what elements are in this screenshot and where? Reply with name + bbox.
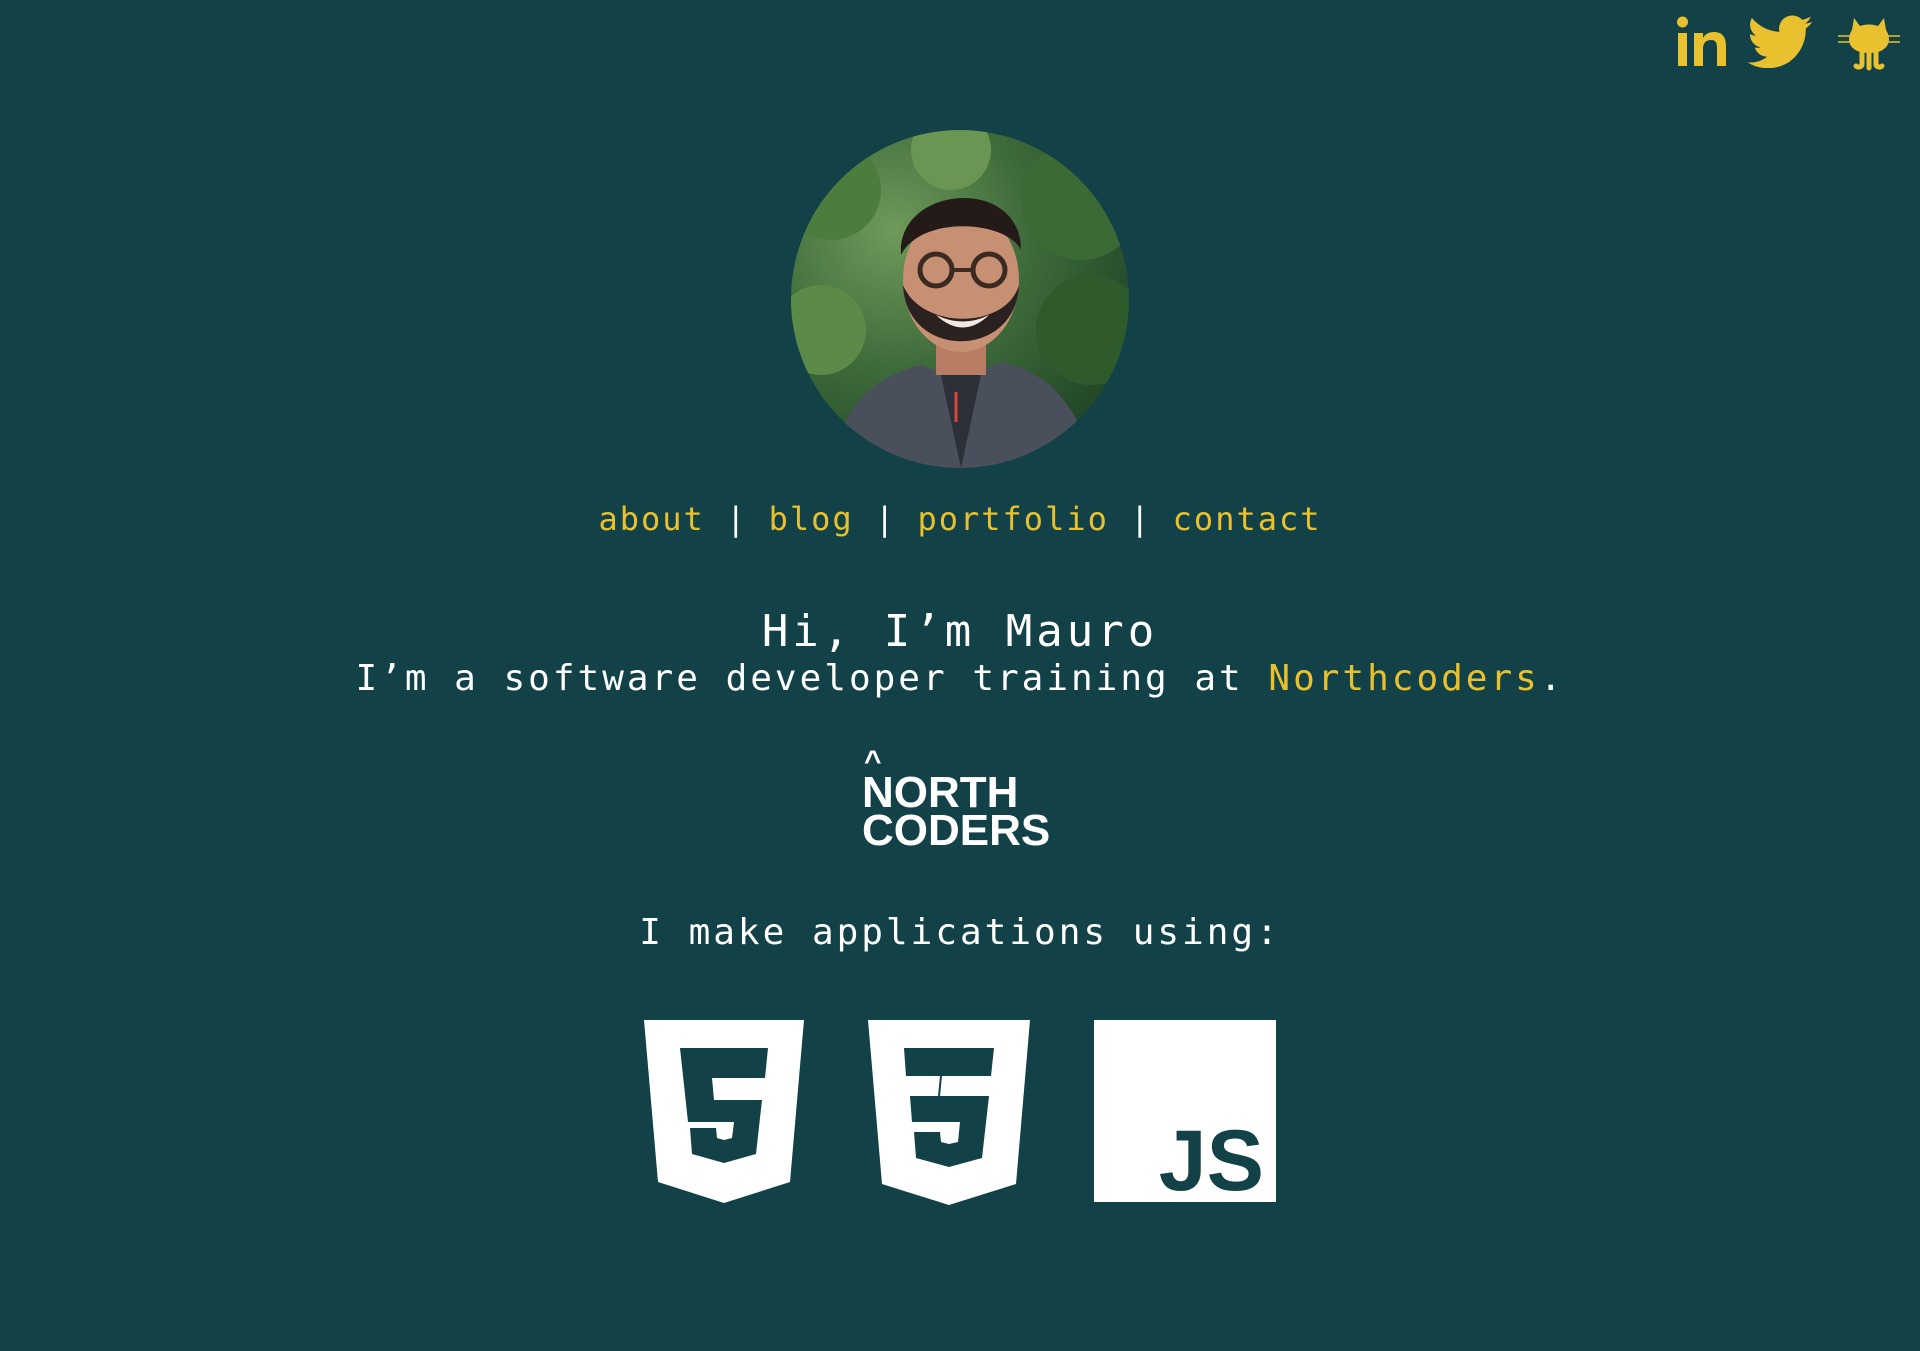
- twitter-icon: [1748, 15, 1813, 68]
- nav-blog-link[interactable]: blog: [769, 500, 854, 538]
- northcoders-logo[interactable]: ^ NORTH CODERS: [862, 747, 1062, 855]
- github-link[interactable]: [1836, 14, 1902, 72]
- linkedin-link[interactable]: [1676, 14, 1730, 68]
- nav-about-link[interactable]: about: [598, 500, 704, 538]
- tech-logos: JS: [0, 1020, 1920, 1210]
- tech-heading: I make applications using:: [639, 912, 1281, 953]
- northcoders-logo-line2: CODERS: [862, 806, 1051, 855]
- tagline-period: .: [1539, 658, 1565, 699]
- html5-icon: [644, 1020, 804, 1203]
- nav-separator: |: [874, 500, 897, 538]
- nav-separator: |: [726, 500, 748, 538]
- css3-icon: [868, 1020, 1030, 1205]
- greeting-heading: Hi, I’m Mauro: [761, 606, 1159, 657]
- tagline-text: I’m a software developer training at: [355, 658, 1269, 699]
- javascript-icon: JS: [1094, 1020, 1276, 1202]
- javascript-badge: JS: [1094, 1020, 1276, 1202]
- nav-separator: |: [1130, 500, 1152, 538]
- nav-contact-link[interactable]: contact: [1173, 500, 1322, 538]
- javascript-label: JS: [1159, 1113, 1264, 1202]
- linkedin-icon: [1677, 16, 1726, 66]
- html5-badge: [644, 1020, 804, 1204]
- github-icon: [1838, 18, 1900, 71]
- avatar: [791, 130, 1129, 468]
- twitter-link[interactable]: [1748, 14, 1818, 68]
- css3-badge: [868, 1020, 1030, 1206]
- social-links: [1676, 14, 1902, 72]
- northcoders-link[interactable]: Northcoders: [1268, 658, 1539, 699]
- tagline: I’m a software developer training at Nor…: [0, 658, 1920, 699]
- main-nav: about | blog | portfolio | contact: [0, 500, 1920, 538]
- avatar-photo: [791, 130, 1129, 468]
- nav-portfolio-link[interactable]: portfolio: [917, 500, 1108, 538]
